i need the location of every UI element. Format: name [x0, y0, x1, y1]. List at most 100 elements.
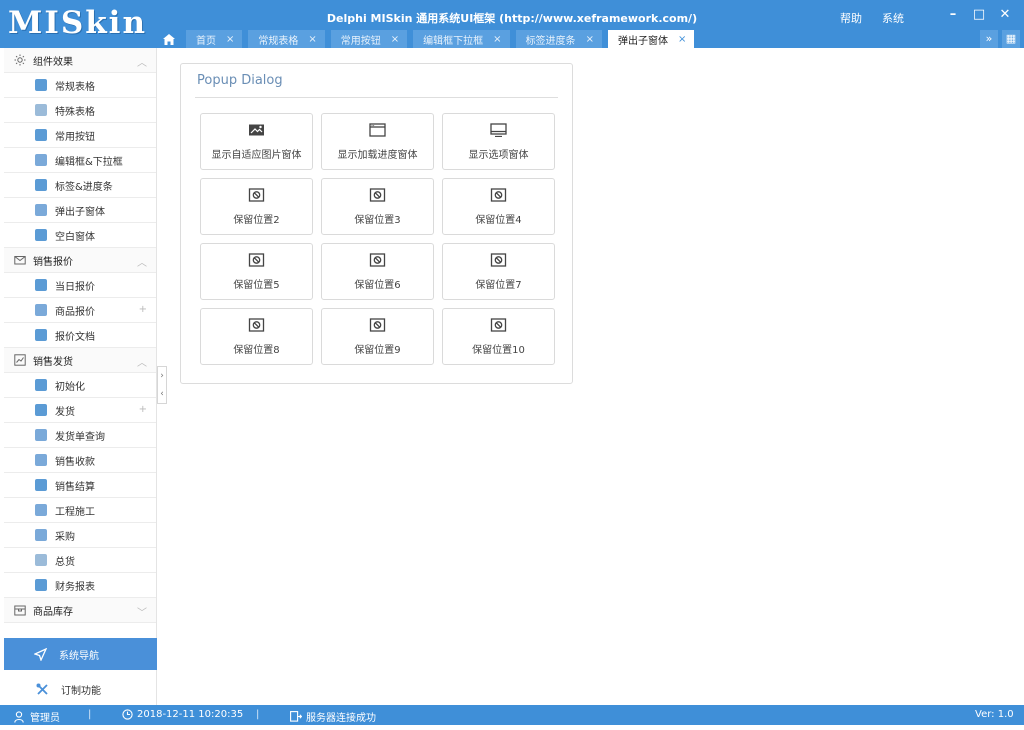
tab-close-icon[interactable]: × — [493, 34, 501, 45]
sidebar-item-3-2[interactable]: 发货 + — [4, 398, 156, 423]
tab-6[interactable]: 弹出子窗体 × — [607, 30, 695, 48]
sidebar-item-2-2[interactable]: 商品报价 + — [4, 298, 156, 323]
popup-button-9[interactable]: 保留位置7 — [442, 243, 555, 300]
sidebar-item-3-6[interactable]: 工程施工 — [4, 498, 156, 523]
minimize-button[interactable]: – — [942, 5, 964, 25]
sidebar-item-1-2[interactable]: 特殊表格 — [4, 98, 156, 123]
popup-button-8[interactable]: 保留位置6 — [321, 243, 434, 300]
sidebar-group-label: 销售发货 — [33, 356, 73, 368]
tab-close-icon[interactable]: × — [391, 34, 399, 45]
money-icon — [35, 479, 47, 491]
sidebar-item-3-5[interactable]: 销售结算 — [4, 473, 156, 498]
sidebar-group-label: 商品库存 — [33, 606, 73, 618]
chevron-icon[interactable]: ︿ — [137, 54, 147, 69]
popup-button-label: 保留位置10 — [472, 344, 525, 356]
title-bar: MISkin Delphi MISkin 通用系统UI框架 (http://ww… — [0, 0, 1024, 48]
popup-button-2[interactable]: 显示加载进度窗体 — [321, 113, 434, 170]
home-tab[interactable] — [158, 30, 180, 48]
sidebar-item-3-1[interactable]: 初始化 — [4, 373, 156, 398]
monitor-icon — [490, 122, 507, 137]
custom-function-label: 订制功能 — [61, 685, 101, 697]
popup-button-icon — [490, 187, 507, 205]
popup-button-label: 保留位置5 — [233, 279, 280, 291]
collapse-left-icon: ‹ — [160, 389, 164, 399]
status-separator: | — [88, 709, 92, 720]
list-icon — [35, 554, 47, 566]
tab-5[interactable]: 标签进度条 × — [515, 30, 602, 48]
chevron-icon[interactable]: ﹀ — [137, 604, 147, 619]
tab-close-icon[interactable]: × — [678, 34, 686, 45]
sidebar-item-2-1[interactable]: 当日报价 — [4, 273, 156, 298]
image-icon — [249, 124, 264, 135]
popup-button-4[interactable]: 保留位置2 — [200, 178, 313, 235]
grid-view-button[interactable]: ▦ — [1002, 30, 1020, 48]
panel-divider — [195, 97, 558, 98]
sidebar-item-1-3[interactable]: 常用按钮 — [4, 123, 156, 148]
popup-button-1[interactable]: 显示自适应图片窗体 — [200, 113, 313, 170]
tag-icon — [35, 179, 47, 191]
system-navigation-button[interactable]: 系统导航 — [4, 638, 157, 670]
popup-button-5[interactable]: 保留位置3 — [321, 178, 434, 235]
gear-icon — [14, 54, 26, 66]
tab-dropdown-button[interactable]: » — [980, 30, 998, 48]
tab-close-icon[interactable]: × — [308, 34, 316, 45]
popup-button-7[interactable]: 保留位置5 — [200, 243, 313, 300]
collapse-right-icon: › — [160, 371, 164, 381]
tab-close-icon[interactable]: × — [586, 34, 594, 45]
popup-button-label: 保留位置7 — [475, 279, 522, 291]
sidebar-item-label: 弹出子窗体 — [55, 206, 105, 218]
tab-label: 编辑框下拉框 — [423, 35, 484, 47]
ban-icon — [248, 187, 265, 202]
sidebar-item-1-4[interactable]: 编辑框&下拉框 — [4, 148, 156, 173]
sidebar-group-1[interactable]: 组件效果 ︿ — [4, 48, 156, 73]
tab-close-icon[interactable]: × — [226, 34, 234, 45]
sidebar-item-3-9[interactable]: 财务报表 — [4, 573, 156, 598]
popup-button-3[interactable]: 显示选项窗体 — [442, 113, 555, 170]
sidebar-item-1-5[interactable]: 标签&进度条 — [4, 173, 156, 198]
tab-label: 首页 — [196, 35, 216, 47]
expand-plus-icon[interactable]: + — [139, 304, 147, 315]
custom-function-button[interactable]: 订制功能 — [4, 674, 157, 704]
report-icon — [35, 579, 47, 591]
help-link[interactable]: 帮助 — [840, 10, 862, 26]
sidebar-item-label: 当日报价 — [55, 281, 95, 293]
tab-3[interactable]: 常用按钮 × — [330, 30, 408, 48]
sidebar-item-1-7[interactable]: 空白窗体 — [4, 223, 156, 248]
sidebar-group-3[interactable]: 销售发货 ︿ — [4, 348, 156, 373]
clock-icon — [122, 709, 133, 720]
tab-tools: » ▦ — [980, 30, 1020, 48]
sidebar-item-3-3[interactable]: 发货单查询 — [4, 423, 156, 448]
version-text: Ver: 1.0 — [975, 709, 1014, 720]
tab-2[interactable]: 常规表格 × — [248, 30, 325, 48]
popup-button-10[interactable]: 保留位置8 — [200, 308, 313, 365]
chevron-icon[interactable]: ︿ — [137, 254, 147, 269]
sidebar-item-1-1[interactable]: 常规表格 — [4, 73, 156, 98]
system-link[interactable]: 系统 — [882, 10, 904, 26]
sidebar-item-3-7[interactable]: 采购 — [4, 523, 156, 548]
chevron-icon[interactable]: ︿ — [137, 354, 147, 369]
sidebar-group-4[interactable]: 商品库存 ﹀ — [4, 598, 156, 623]
popup-button-12[interactable]: 保留位置10 — [442, 308, 555, 365]
init-icon — [35, 379, 47, 391]
popup-button-6[interactable]: 保留位置4 — [442, 178, 555, 235]
sidebar-item-label: 发货 — [55, 406, 75, 418]
sidebar-group-2[interactable]: 销售报价 ︿ — [4, 248, 156, 273]
sidebar-item-3-4[interactable]: 销售收款 — [4, 448, 156, 473]
sidebar-item-1-6[interactable]: 弹出子窗体 — [4, 198, 156, 223]
popup-button-11[interactable]: 保留位置9 — [321, 308, 434, 365]
sidebar-item-3-8[interactable]: 总货 — [4, 548, 156, 573]
tab-1[interactable]: 首页 × — [186, 30, 243, 48]
maximize-button[interactable]: □ — [968, 5, 990, 25]
home-icon — [35, 229, 47, 241]
sidebar-item-label: 报价文档 — [55, 331, 95, 343]
users-icon — [35, 529, 47, 541]
close-button[interactable]: ✕ — [994, 5, 1016, 25]
ban-icon — [369, 187, 386, 202]
sidebar-item-2-3[interactable]: 报价文档 — [4, 323, 156, 348]
tab-4[interactable]: 编辑框下拉框 × — [413, 30, 510, 48]
sidebar-collapse-handle[interactable]: › ‹ — [157, 366, 167, 404]
popup-button-icon — [369, 187, 386, 205]
expand-plus-icon[interactable]: + — [139, 404, 147, 415]
edit-icon — [35, 154, 47, 166]
ban-icon — [369, 252, 386, 267]
